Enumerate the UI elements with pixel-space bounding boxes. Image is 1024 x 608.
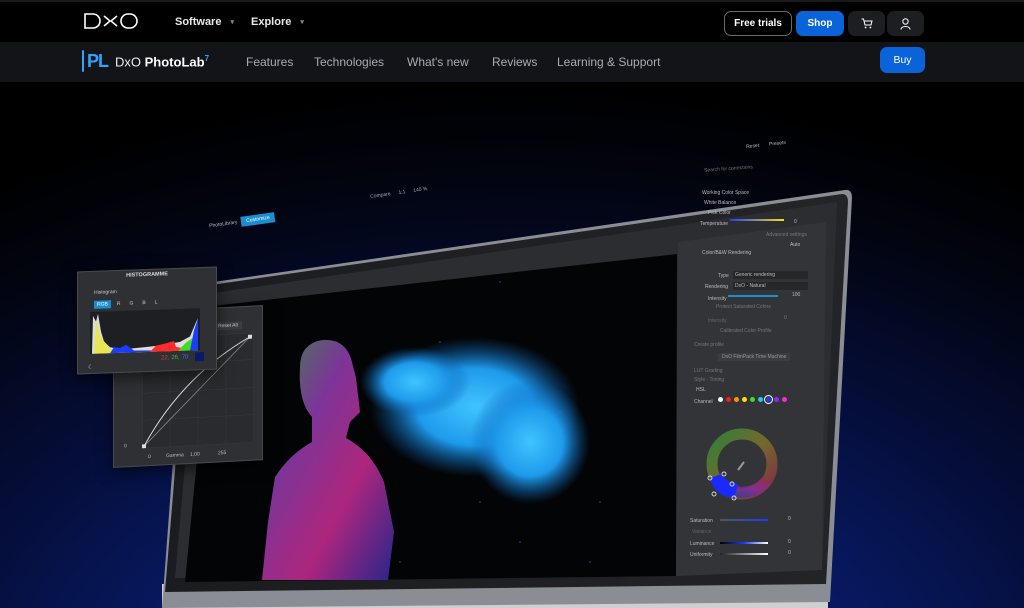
subnav-learning-support[interactable]: Learning & Support xyxy=(557,55,660,69)
channel-dot[interactable] xyxy=(774,397,779,402)
channel-dot[interactable] xyxy=(750,397,755,402)
intensity-slider[interactable] xyxy=(728,295,778,297)
product-brand: DxO xyxy=(115,54,141,70)
temperature-slider[interactable] xyxy=(730,219,784,221)
channel-label: Channel xyxy=(694,399,713,405)
temperature-label: Temperature xyxy=(700,221,729,227)
uniformity-label: Uniformity xyxy=(690,552,713,558)
rendering-select[interactable]: DxO - Natural xyxy=(733,282,808,290)
badge-bar xyxy=(82,50,84,72)
channel-dot[interactable] xyxy=(764,395,773,404)
protect-intensity-value[interactable]: 0 xyxy=(784,315,787,321)
histogram-channel-tabs: RGB R G B L xyxy=(94,299,160,309)
channel-dot[interactable] xyxy=(726,397,731,402)
free-trials-button[interactable]: Free trials xyxy=(724,11,792,36)
intensity-label: Intensity xyxy=(708,296,727,302)
luminance-slider[interactable] xyxy=(720,542,768,544)
hsl-selected-range xyxy=(710,474,738,498)
nav-software-label: Software xyxy=(175,16,222,28)
working-color-space[interactable]: Working Color Space xyxy=(702,190,749,196)
hero-section: PhotoLibrary Customize Compare 1:1 140 %… xyxy=(0,82,1024,608)
histogram-label: Histogram xyxy=(94,289,117,296)
readout-green: 26, xyxy=(171,354,180,362)
lut-grading[interactable]: LUT Grading xyxy=(694,368,723,374)
color-rendering[interactable]: Color/B&W Rendering xyxy=(702,250,751,256)
readout-blue: 70 xyxy=(181,354,189,361)
nav-explore[interactable]: Explore ▾ xyxy=(251,16,304,28)
channel-dot[interactable] xyxy=(758,397,763,402)
subnav-features[interactable]: Features xyxy=(246,55,293,69)
channel-selector xyxy=(718,395,787,404)
cart-icon xyxy=(861,18,873,29)
calibrated-color-profile[interactable]: Calibrated Color Profile xyxy=(720,328,772,334)
auto-button[interactable]: Auto xyxy=(790,242,800,248)
top-navigation-bar: Software ▾ Explore ▾ Free trials Shop xyxy=(0,0,1024,42)
histogram-channel-tab[interactable]: G xyxy=(126,299,136,307)
histogram-channel-tab[interactable]: L xyxy=(152,299,161,307)
dxo-logo[interactable] xyxy=(84,13,138,29)
moon-icon[interactable]: ☾ xyxy=(88,364,93,371)
create-profile[interactable]: Create profile xyxy=(694,342,724,348)
pick-color-label: Pick Color xyxy=(708,210,731,216)
nav-software[interactable]: Software ▾ xyxy=(175,16,234,28)
channel-dot[interactable] xyxy=(718,397,723,402)
hsl-color-wheel[interactable] xyxy=(704,426,780,504)
buy-button[interactable]: Buy xyxy=(880,47,925,73)
chevron-down-icon: ▾ xyxy=(230,19,234,26)
subnav-whats-new[interactable]: What's new xyxy=(407,55,469,69)
histogram-panel: HISTOGRAMME Histogram RGB R G B L 22, 26, 70… xyxy=(77,266,217,375)
histogram-rgb-readout: 22, 26, 70 xyxy=(161,355,188,362)
histogram-channel-tab[interactable]: R xyxy=(114,300,124,308)
luminance-label: Luminance xyxy=(690,541,715,547)
badge-text: PL xyxy=(87,50,109,71)
ratio-button[interactable]: 1:1 xyxy=(398,189,406,196)
product-title: PhotoLab xyxy=(144,54,205,70)
account-button[interactable] xyxy=(887,11,924,36)
histogram-chart xyxy=(90,308,200,354)
saturation-slider[interactable] xyxy=(720,519,768,521)
chevron-down-icon: ▾ xyxy=(300,19,304,26)
saturation-value[interactable]: 0 xyxy=(788,516,791,522)
temperature-value[interactable]: 0 xyxy=(794,219,797,225)
type-select[interactable]: Generic rendering xyxy=(733,271,808,279)
intensity-value[interactable]: 100 xyxy=(792,292,800,298)
color-swatch xyxy=(195,352,204,362)
uniformity-slider[interactable] xyxy=(720,553,768,555)
variance-label: Variance xyxy=(692,529,712,535)
reset-all-button[interactable]: Reset All xyxy=(214,321,242,331)
user-icon xyxy=(900,17,911,30)
curve-output-low[interactable]: 0 xyxy=(124,443,127,449)
luminance-value[interactable]: 0 xyxy=(788,539,791,545)
filmpack-time-machine-button[interactable]: DxO FilmPack Time Machine xyxy=(718,353,791,361)
histogram-channel-tab[interactable]: B xyxy=(139,299,148,307)
subnav-reviews[interactable]: Reviews xyxy=(492,55,537,69)
histogram-channel-tab[interactable]: RGB xyxy=(94,300,111,309)
curve-output-high[interactable]: 255 xyxy=(218,450,226,456)
type-label: Type xyxy=(718,273,729,279)
gamma-value[interactable]: 1,00 xyxy=(190,451,200,458)
white-balance[interactable]: White Balance xyxy=(704,200,736,206)
product-name[interactable]: DxO PhotoLab7 xyxy=(115,54,209,69)
advanced-settings[interactable]: Advanced settings xyxy=(766,232,807,238)
protect-intensity-label: Intensity xyxy=(708,318,727,324)
subnav-technologies[interactable]: Technologies xyxy=(314,55,384,69)
nav-explore-label: Explore xyxy=(251,16,292,28)
uniformity-value[interactable]: 0 xyxy=(788,550,791,556)
channel-dot[interactable] xyxy=(734,397,739,402)
protect-saturated-colors[interactable]: Protect Saturated Colors xyxy=(716,304,771,310)
cart-button[interactable] xyxy=(848,11,885,36)
readout-red: 22, xyxy=(161,355,170,362)
photolab-badge-logo[interactable]: PL xyxy=(82,50,109,72)
shop-button[interactable]: Shop xyxy=(796,11,844,36)
gamma-label: Gamma xyxy=(166,452,184,460)
curve-input-low[interactable]: 0 xyxy=(148,454,151,460)
eyedropper-icon xyxy=(737,461,745,471)
rendering-label: Rendering xyxy=(705,284,729,290)
product-version: 7 xyxy=(204,54,210,63)
saturation-label: Saturation xyxy=(690,518,713,524)
channel-dot[interactable] xyxy=(742,397,747,402)
style-toning[interactable]: Style - Toning xyxy=(694,377,724,383)
channel-dot[interactable] xyxy=(782,397,787,402)
hsl-section[interactable]: HSL xyxy=(696,387,706,393)
